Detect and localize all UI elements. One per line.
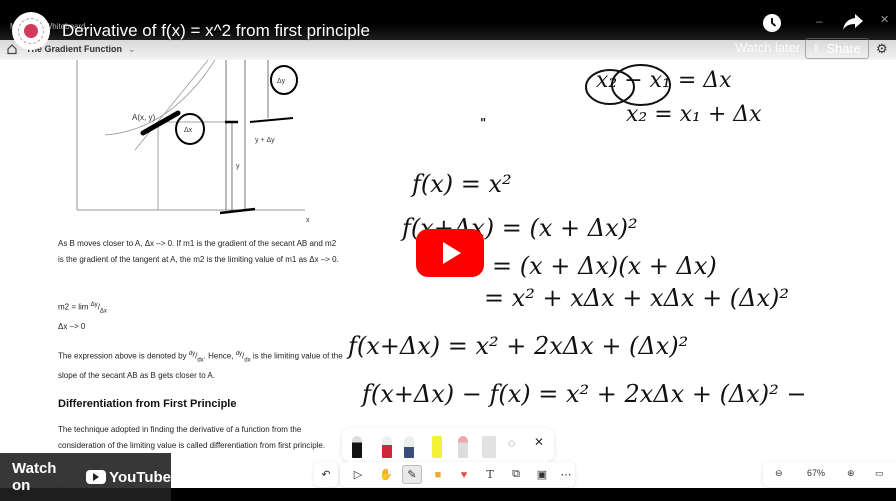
- x-axis-label: x: [306, 217, 310, 224]
- settings-gear-icon[interactable]: ⚙: [876, 41, 888, 57]
- point-label: A(x, y): [132, 113, 155, 122]
- youtube-label: YouTube: [109, 468, 171, 486]
- shapes-icon[interactable]: ⧉: [506, 465, 526, 484]
- tool-bar: ▷ ✋ ✎ ■ ♥ T ⧉ ▣ ⋯: [340, 462, 575, 487]
- pen-tool-icon[interactable]: ✎: [402, 465, 422, 484]
- ink-eq-4: = x² + xΔx + xΔx + (Δx)²: [484, 284, 790, 312]
- select-tool-icon[interactable]: ▷: [348, 465, 368, 484]
- video-title[interactable]: Derivative of f(x) = x^2 from first prin…: [62, 21, 370, 41]
- share-label: Share: [826, 41, 862, 56]
- heart-reaction-icon[interactable]: ♥: [454, 465, 474, 484]
- video-player[interactable]: A(x, y) Δx Δy y y + Δy x As B moves clos…: [0, 0, 896, 501]
- zoom-level: 67%: [807, 468, 826, 478]
- templates-icon[interactable]: ▣: [532, 465, 552, 484]
- sticky-note-icon[interactable]: ■: [428, 465, 448, 484]
- channel-avatar[interactable]: [12, 12, 50, 50]
- blue-pen-icon[interactable]: [404, 436, 414, 458]
- watch-on-label: Watch on: [12, 460, 57, 494]
- ink-tick-2: [249, 117, 294, 123]
- close-tray-icon[interactable]: ✕: [534, 435, 544, 449]
- y-label: y: [236, 163, 240, 170]
- ink-eq-5: f(x+Δx) = x² + 2xΔx + (Δx)²: [348, 332, 689, 360]
- ink-eq-3: = (x + Δx)(x + Δx): [492, 252, 717, 280]
- doc-paragraph-2: The expression above is denoted by dy/dx…: [58, 351, 343, 381]
- play-button[interactable]: [416, 229, 484, 277]
- eraser-icon[interactable]: [458, 436, 468, 458]
- more-icon[interactable]: ⋯: [556, 465, 576, 484]
- zoom-in-icon[interactable]: ⊕: [847, 468, 855, 479]
- watch-later-button[interactable]: Watch later: [735, 40, 800, 55]
- ink-line-2: x₂ = x₁ + Δx: [626, 102, 762, 127]
- youtube-logo: YouTube: [86, 469, 171, 486]
- gradient-graph: A(x, y) Δx Δy y y + Δy x: [76, 59, 310, 224]
- doc-heading: Differentiation from First Principle: [58, 398, 237, 410]
- home-icon[interactable]: [6, 43, 18, 55]
- ink-quote: ": [480, 116, 487, 130]
- watch-on-youtube-button[interactable]: Watch on YouTube: [0, 453, 171, 501]
- highlighter-icon[interactable]: [432, 436, 442, 458]
- play-icon: [443, 242, 461, 264]
- doc-formula: m2 = lim Δy/Δx Δx –> 0: [58, 302, 107, 332]
- zoom-bar: ⊖ 67% ⊕ ▭: [763, 462, 896, 487]
- dy-label: Δy: [277, 78, 286, 85]
- ink-line-1: x₂ − x₁ = Δx: [596, 68, 732, 93]
- youtube-logo-icon: [86, 470, 107, 484]
- hand-tool-icon[interactable]: ✋: [376, 465, 396, 484]
- ink-eq-6: f(x+Δx) − f(x) = x² + 2xΔx + (Δx)² −: [362, 380, 807, 408]
- ink-eq-1: f(x) = x²: [412, 170, 512, 198]
- zoom-out-icon[interactable]: ⊖: [775, 468, 783, 479]
- tangent-line: [134, 59, 209, 151]
- lasso-icon[interactable]: ◌: [508, 436, 515, 450]
- pen-tray: ◌ ✕: [342, 428, 554, 462]
- doc-paragraph-1: As B moves closer to A, Δx –> 0. If m1 i…: [58, 239, 339, 264]
- minimize-icon[interactable]: –: [816, 14, 823, 28]
- text-tool-icon[interactable]: T: [480, 465, 500, 484]
- chevron-down-icon: ⌄: [128, 44, 136, 54]
- share-button[interactable]: ⇪ Share: [805, 38, 869, 59]
- share-arrow-icon[interactable]: [842, 13, 864, 31]
- y-plus-dy-label: y + Δy: [255, 137, 275, 144]
- fit-screen-icon[interactable]: ▭: [875, 468, 884, 479]
- undo-icon: ↶: [321, 469, 331, 481]
- ruler-icon[interactable]: [482, 436, 496, 458]
- close-icon[interactable]: ✕: [880, 13, 889, 26]
- red-pen-icon[interactable]: [382, 436, 392, 458]
- doc-paragraph-3: The technique adopted in finding the der…: [58, 425, 326, 450]
- share-icon: ⇪: [812, 43, 821, 54]
- undo-button[interactable]: ↶: [314, 462, 338, 487]
- dx-label: Δx: [184, 127, 193, 134]
- black-pen-icon[interactable]: [352, 436, 362, 458]
- clock-icon[interactable]: [762, 13, 782, 33]
